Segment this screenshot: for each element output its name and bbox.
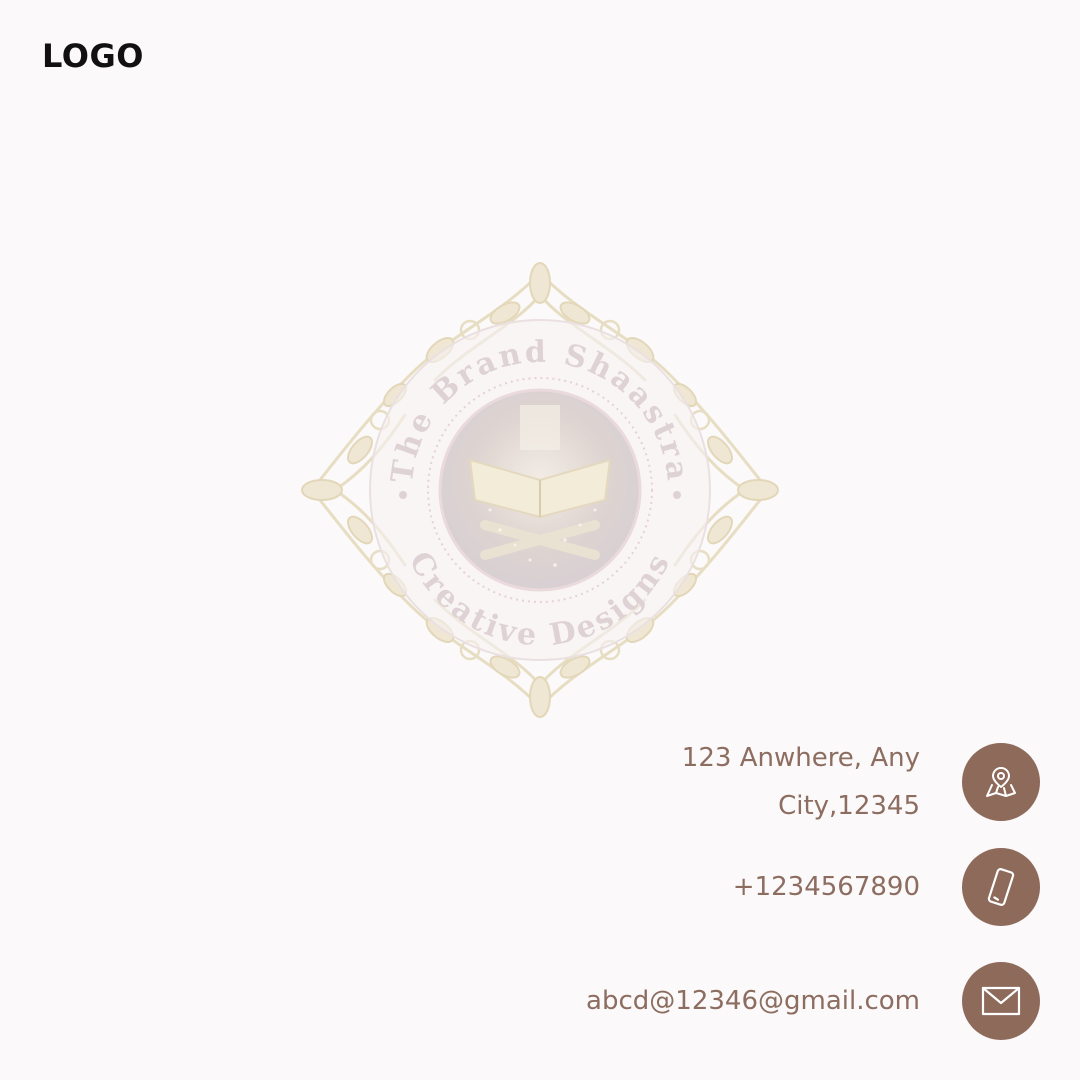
address-text: 123 Anwhere, Any City,12345 (682, 734, 920, 830)
address-line-2: City,12345 (778, 791, 920, 821)
contact-email-row: abcd@12346@gmail.com (586, 962, 1040, 1040)
phone-text: +1234567890 (732, 872, 920, 902)
logo-label: LOGO (42, 37, 144, 75)
email-text: abcd@12346@gmail.com (586, 986, 920, 1016)
contact-address-row: 123 Anwhere, Any City,12345 (682, 734, 1040, 830)
map-pin-icon (962, 743, 1040, 821)
mail-icon (962, 962, 1040, 1040)
brand-emblem: The Brand Shaastra Creative Designs (301, 262, 779, 718)
address-line-1: 123 Anwhere, Any (681, 743, 920, 773)
contact-phone-row: +1234567890 (733, 848, 1040, 926)
phone-icon (962, 848, 1040, 926)
